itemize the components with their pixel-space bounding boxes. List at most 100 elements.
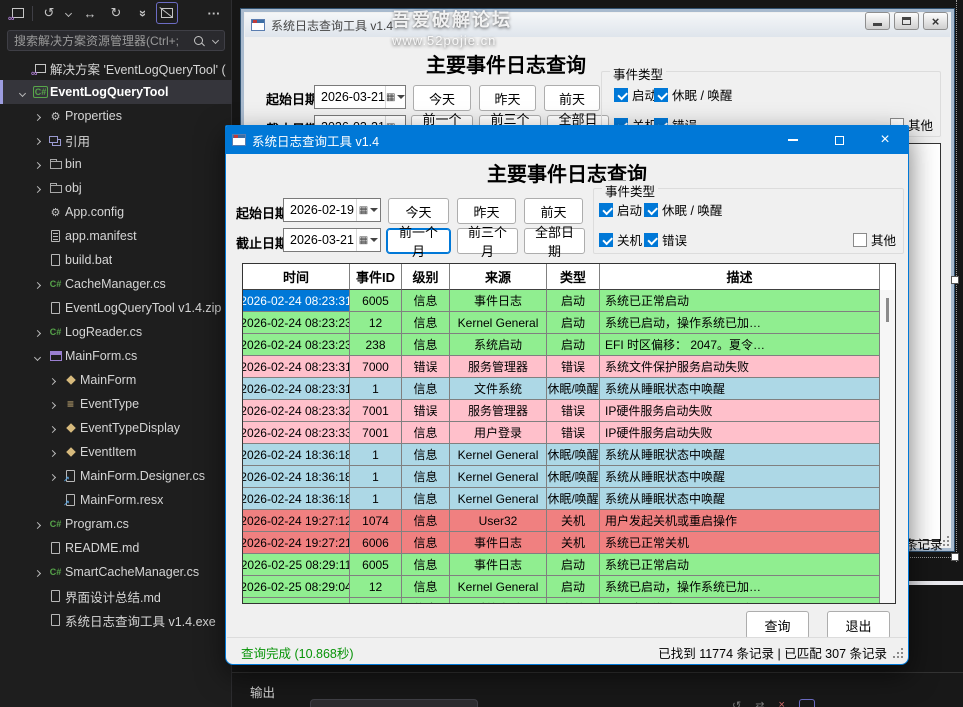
grid-cell[interactable]: Kernel General — [450, 488, 547, 510]
grid-row[interactable]: 2026-02-24 08:23:327001错误服务管理器错误IP硬件服务启动… — [243, 400, 895, 422]
tree-item[interactable]: EventLogQueryTool v1.4.zip — [0, 296, 232, 320]
checkbox-2[interactable]: 错误 — [644, 230, 687, 249]
grid-cell[interactable]: 系统启动 — [450, 598, 547, 604]
grid-cell[interactable]: 7000 — [350, 356, 402, 378]
tree-item[interactable]: C#SmartCacheManager.cs — [0, 560, 232, 584]
chevron-right-icon[interactable] — [34, 522, 41, 529]
grid-cell[interactable]: 启动 — [547, 312, 600, 334]
tree-item[interactable]: MainForm.cs — [0, 344, 232, 368]
grid-cell[interactable]: 信息 — [402, 378, 450, 400]
query-button[interactable]: 查询 — [746, 611, 809, 639]
bg-resize-grip[interactable] — [939, 536, 950, 547]
checked-checkbox-icon[interactable] — [614, 88, 628, 102]
date-button[interactable]: 前天 — [524, 198, 583, 224]
date-button[interactable]: 前三个月 — [457, 228, 518, 254]
checked-checkbox-icon[interactable] — [654, 88, 668, 102]
solution-explorer-icon[interactable] — [8, 3, 28, 23]
grid-cell[interactable]: 信息 — [402, 422, 450, 444]
minimize-button[interactable] — [770, 126, 816, 154]
tree-item[interactable]: README.md — [0, 536, 232, 560]
column-header[interactable]: 类型 — [547, 264, 600, 290]
close-button[interactable]: × — [862, 126, 908, 154]
grid-cell[interactable]: 系统文件保护服务启动失败 — [600, 356, 880, 378]
chevron-right-icon[interactable] — [34, 162, 41, 169]
grid-cell[interactable]: 事件日志 — [450, 532, 547, 554]
grid-cell[interactable]: 信息 — [402, 290, 450, 312]
column-header[interactable]: 时间 — [243, 264, 350, 290]
grid-cell[interactable]: Kernel General — [450, 466, 547, 488]
tree-item[interactable]: 界面设计总结.md — [0, 584, 232, 608]
checked-checkbox-icon[interactable] — [644, 233, 658, 247]
grid-cell[interactable]: 6006 — [350, 532, 402, 554]
grid-cell[interactable]: 2026-02-24 08:23:31 — [243, 378, 350, 400]
grid-row[interactable]: 2026-02-24 18:36:181信息Kernel General休眠/唤… — [243, 466, 895, 488]
grid-cell[interactable]: 信息 — [402, 312, 450, 334]
grid-cell[interactable]: 1 — [350, 444, 402, 466]
column-header[interactable]: 级别 — [402, 264, 450, 290]
grid-cell[interactable]: 7001 — [350, 422, 402, 444]
tree-item[interactable]: obj — [0, 176, 232, 200]
tree-item[interactable]: C#CacheManager.cs — [0, 272, 232, 296]
tree-item[interactable]: C#LogReader.cs — [0, 320, 232, 344]
maximize-button[interactable] — [816, 126, 862, 154]
bg-window-titlebar[interactable]: 系统日志查询工具 v1.4 — [245, 13, 950, 37]
grid-cell[interactable]: 系统已正常启动 — [600, 554, 880, 576]
grid-cell[interactable]: 错误 — [547, 356, 600, 378]
grid-cell[interactable]: 信息 — [402, 444, 450, 466]
grid-cell[interactable]: 2026-02-24 08:23:31 — [243, 356, 350, 378]
date-button[interactable]: 今天 — [413, 85, 471, 111]
grid-cell[interactable]: 2026-02-24 19:27:21 — [243, 532, 350, 554]
chevron-down-icon[interactable] — [19, 90, 26, 97]
grid-cell[interactable]: 2026-02-24 18:36:18 — [243, 466, 350, 488]
grid-cell[interactable]: 服务管理器 — [450, 356, 547, 378]
date-button[interactable]: 昨天 — [479, 85, 536, 111]
grid-cell[interactable]: IP硬件服务启动失败 — [600, 400, 880, 422]
grid-cell[interactable]: Kernel General — [450, 312, 547, 334]
grid-row[interactable]: 2026-02-25 08:29:116005信息事件日志启动系统已正常启动 — [243, 554, 895, 576]
grid-cell[interactable]: 错误 — [402, 356, 450, 378]
calendar-dropdown-icon[interactable]: ▦ — [356, 229, 380, 251]
grid-cell[interactable]: 系统已正常关机 — [600, 532, 880, 554]
tree-item[interactable]: ⚙App.config — [0, 200, 232, 224]
checkbox-2[interactable]: 休眠 / 唤醒 — [644, 200, 722, 219]
grid-row[interactable]: 2026-02-24 18:36:181信息Kernel General休眠/唤… — [243, 488, 895, 510]
collapse-all-icon[interactable]: « — [132, 3, 152, 23]
tree-item[interactable]: MainForm.resx — [0, 488, 232, 512]
calendar-dropdown-icon[interactable]: ▦ — [356, 199, 380, 221]
grid-cell[interactable]: 系统已启动，操作系统已加… — [600, 576, 880, 598]
grid-cell[interactable]: 2026-02-25 08:29:04 — [243, 598, 350, 604]
resize-handle-right[interactable] — [951, 276, 959, 284]
checked-checkbox-icon[interactable] — [644, 203, 658, 217]
grid-cell[interactable]: 2026-02-24 18:36:18 — [243, 488, 350, 510]
search-input[interactable]: 搜索解决方案资源管理器(Ctrl+; — [7, 30, 225, 51]
tree-item[interactable]: MainForm.Designer.cs — [0, 464, 232, 488]
grid-cell[interactable]: 6005 — [350, 554, 402, 576]
chevron-right-icon[interactable] — [34, 138, 41, 145]
grid-cell[interactable]: 信息 — [402, 510, 450, 532]
grid-cell[interactable]: 12 — [350, 576, 402, 598]
grid-cell[interactable]: 错误 — [402, 400, 450, 422]
checked-checkbox-icon[interactable] — [599, 233, 613, 247]
chevron-right-icon[interactable] — [49, 402, 56, 409]
grid-cell[interactable]: 系统已正常启动 — [600, 290, 880, 312]
grid-row[interactable]: 2026-02-25 08:29:0412信息Kernel General启动系… — [243, 576, 895, 598]
search-chevron-icon[interactable] — [212, 37, 219, 44]
grid-cell[interactable]: 12 — [350, 312, 402, 334]
grid-scrollbar[interactable] — [879, 290, 895, 603]
grid-cell[interactable]: 信息 — [402, 466, 450, 488]
grid-row[interactable]: 2026-02-24 19:27:216006信息事件日志关机系统已正常关机 — [243, 532, 895, 554]
clear-output-icon[interactable]: × — [778, 699, 784, 707]
grid-cell[interactable]: 6005 — [350, 290, 402, 312]
bg-restore-button[interactable] — [894, 12, 919, 30]
bg-minimize-button[interactable] — [865, 12, 890, 30]
grid-cell[interactable]: 2026-02-25 08:29:11 — [243, 554, 350, 576]
grid-cell[interactable]: Kernel General — [450, 576, 547, 598]
start-date-picker[interactable]: 2026-02-19 ▦ — [283, 198, 381, 222]
end-date-picker[interactable]: 2026-03-21 ▦ — [283, 228, 381, 252]
grid-row[interactable]: 2026-02-24 08:23:311信息文件系统休眠/唤醒系统从睡眠状态中唤… — [243, 378, 895, 400]
grid-cell[interactable]: 2026-02-24 08:23:33 — [243, 422, 350, 444]
grid-cell[interactable]: 信息 — [402, 334, 450, 356]
grid-cell[interactable]: 1 — [350, 466, 402, 488]
output-panel-title[interactable]: 输出 — [250, 682, 275, 701]
grid-cell[interactable]: 关机 — [547, 510, 600, 532]
